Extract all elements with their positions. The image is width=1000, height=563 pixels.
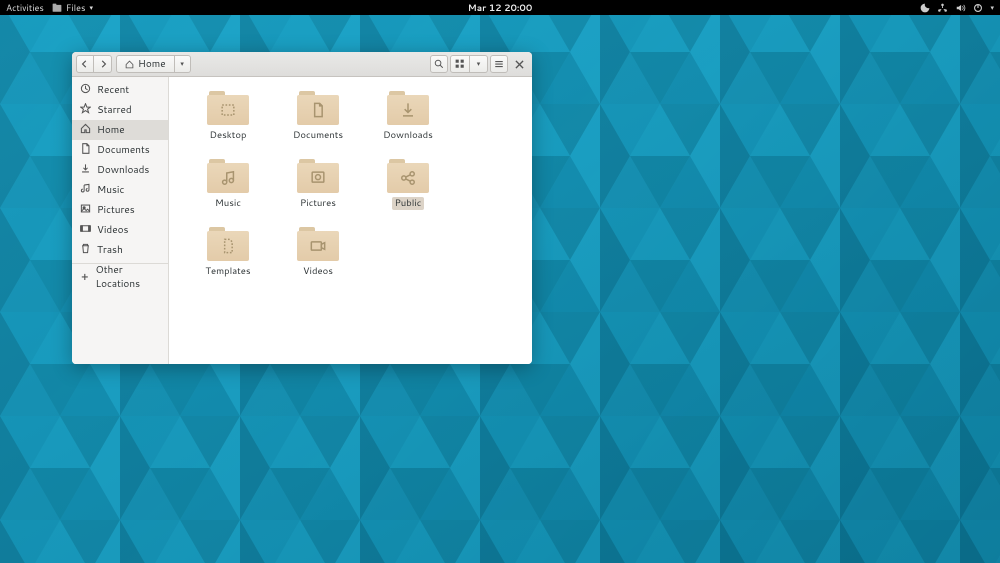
search-icon (434, 59, 444, 69)
folder-label: Documents (293, 129, 343, 142)
nav-buttons (76, 55, 112, 73)
sidebar-item-videos[interactable]: Videos (72, 220, 168, 240)
sidebar-item-documents[interactable]: Documents (72, 140, 168, 160)
folder-videos[interactable]: Videos (273, 221, 363, 289)
video-icon (80, 223, 91, 238)
sidebar-item-label: Pictures (97, 203, 135, 217)
places-sidebar: Recent Starred Home Documents Downloads Music… (72, 77, 169, 364)
template-icon (207, 231, 249, 261)
chevron-down-icon: ▾ (89, 3, 93, 13)
search-button[interactable] (430, 55, 448, 73)
picture-icon (297, 163, 339, 193)
menu-icon (494, 59, 504, 69)
download-icon (387, 95, 429, 125)
trash-icon (80, 243, 91, 258)
chevron-down-icon: ▾ (990, 3, 994, 13)
folder-music[interactable]: Music (183, 153, 273, 221)
sidebar-item-trash[interactable]: Trash (72, 240, 168, 260)
sidebar-item-label: Music (97, 183, 124, 197)
folder-icon (207, 89, 249, 125)
folder-pictures[interactable]: Pictures (273, 153, 363, 221)
folder-desktop[interactable]: Desktop (183, 85, 273, 153)
forward-button[interactable] (94, 55, 112, 73)
files-app-icon (52, 3, 62, 13)
folder-label: Pictures (300, 197, 336, 210)
power-icon (973, 3, 983, 13)
music-icon (80, 183, 91, 198)
sidebar-item-label: Other Locations (96, 263, 160, 291)
sidebar-item-label: Trash (97, 243, 123, 257)
desktop-icon (207, 95, 249, 125)
folder-icon (387, 157, 429, 193)
close-button[interactable] (510, 55, 528, 73)
window-titlebar: Home ▾ ▾ (72, 52, 532, 77)
sidebar-item-downloads[interactable]: Downloads (72, 160, 168, 180)
folder-label: Templates (205, 265, 250, 278)
icon-view[interactable]: Desktop Documents Downloads Music Pictur… (169, 77, 532, 364)
folder-icon (207, 157, 249, 193)
sidebar-item-label: Downloads (97, 163, 149, 177)
network-icon (937, 3, 948, 13)
view-toggle-button[interactable] (450, 55, 470, 73)
path-segment-label: Home (138, 57, 166, 71)
folder-icon (297, 157, 339, 193)
view-controls: ▾ (450, 55, 488, 73)
hamburger-menu[interactable] (490, 55, 508, 73)
music-icon (207, 163, 249, 193)
folder-label: Desktop (210, 129, 247, 142)
clock[interactable]: Mar 12 20:00 (468, 1, 533, 14)
sidebar-item-label: Documents (97, 143, 150, 157)
folder-public[interactable]: Public (363, 153, 453, 221)
home-icon (80, 123, 91, 138)
sidebar-item-label: Videos (97, 223, 128, 237)
clock-icon (80, 83, 91, 98)
download-icon (80, 163, 91, 178)
folder-templates[interactable]: Templates (183, 221, 273, 289)
night-light-icon (920, 3, 930, 13)
path-segment-home[interactable]: Home (116, 55, 175, 73)
folder-documents[interactable]: Documents (273, 85, 363, 153)
star-icon (80, 103, 91, 118)
chevron-left-icon (81, 60, 89, 68)
app-menu[interactable]: Files ▾ (52, 1, 93, 14)
folder-label: Downloads (383, 129, 433, 142)
plus-icon: + (80, 270, 90, 284)
sidebar-item-label: Starred (97, 103, 132, 117)
sidebar-item-recent[interactable]: Recent (72, 80, 168, 100)
path-dropdown[interactable]: ▾ (175, 55, 191, 73)
folder-label: Videos (303, 265, 333, 278)
document-icon (297, 95, 339, 125)
sidebar-item-label: Recent (97, 83, 129, 97)
folder-downloads[interactable]: Downloads (363, 85, 453, 153)
sidebar-item-home[interactable]: Home (72, 120, 168, 140)
view-options-button[interactable]: ▾ (470, 55, 488, 73)
sidebar-item-starred[interactable]: Starred (72, 100, 168, 120)
sidebar-item-pictures[interactable]: Pictures (72, 200, 168, 220)
close-icon (515, 60, 524, 69)
folder-icon (207, 225, 249, 261)
chevron-right-icon (99, 60, 107, 68)
video-icon (297, 231, 339, 261)
activities-button[interactable]: Activities (6, 1, 44, 14)
app-menu-label: Files (66, 1, 86, 14)
system-status-area[interactable]: ▾ (920, 3, 994, 13)
picture-icon (80, 203, 91, 218)
files-window: Home ▾ ▾ Recent Starred Home Documents Downl… (72, 52, 532, 364)
path-bar: Home ▾ (116, 55, 191, 73)
volume-icon (955, 3, 966, 13)
folder-icon (387, 89, 429, 125)
back-button[interactable] (76, 55, 94, 73)
home-icon (125, 60, 134, 69)
document-icon (80, 143, 91, 158)
sidebar-item-music[interactable]: Music (72, 180, 168, 200)
folder-icon (297, 225, 339, 261)
share-icon (387, 163, 429, 193)
folder-icon (297, 89, 339, 125)
folder-label: Public (392, 197, 425, 210)
sidebar-item-label: Home (97, 123, 125, 137)
top-panel: Activities Files ▾ Mar 12 20:00 ▾ (0, 0, 1000, 15)
folder-label: Music (215, 197, 241, 210)
sidebar-other-locations[interactable]: +Other Locations (72, 267, 168, 287)
grid-icon (455, 59, 465, 69)
